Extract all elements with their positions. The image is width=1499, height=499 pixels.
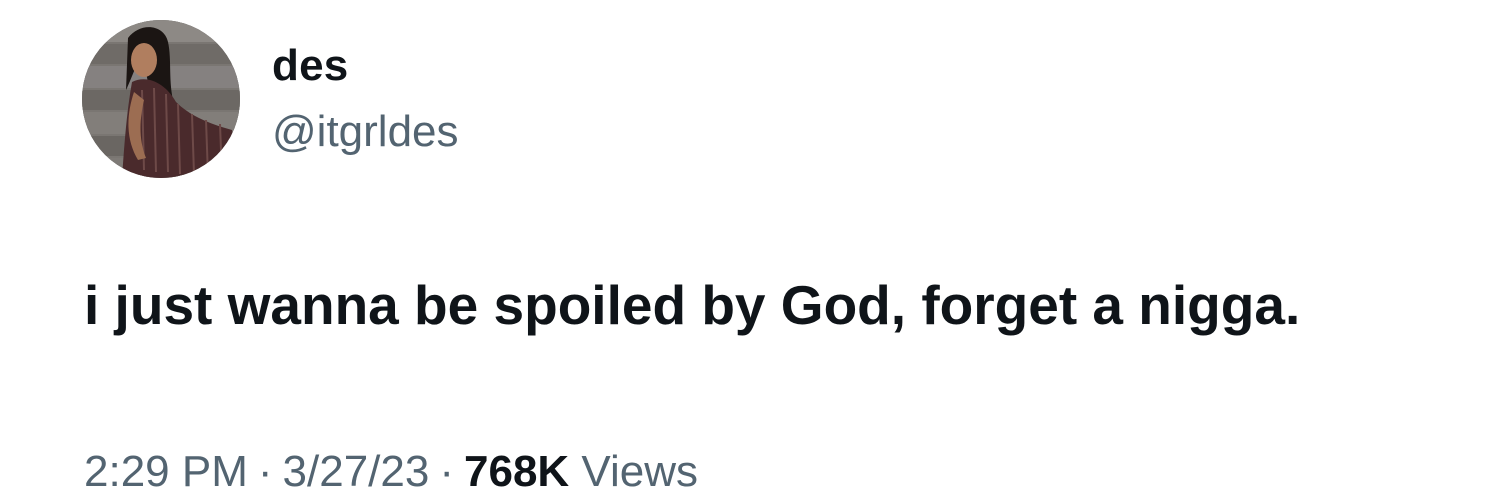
user-handle[interactable]: @itgrldes — [272, 106, 459, 158]
tweet-date[interactable]: 3/27/23 — [283, 447, 430, 496]
meta-separator: · — [257, 447, 273, 496]
avatar[interactable] — [82, 20, 240, 178]
tweet-time[interactable]: 2:29 PM — [84, 447, 248, 496]
display-name[interactable]: des — [272, 40, 348, 92]
views-label: Views — [581, 447, 698, 496]
profile-photo-icon — [82, 20, 240, 178]
tweet-card: des @itgrldes i just wanna be spoiled by… — [0, 0, 1499, 499]
views-count: 768K — [464, 447, 570, 496]
meta-separator: · — [439, 447, 454, 496]
tweet-text: i just wanna be spoiled by God, forget a… — [84, 274, 1301, 336]
tweet-meta: 2:29 PM · 3/27/23 · 768K Views — [84, 446, 698, 498]
